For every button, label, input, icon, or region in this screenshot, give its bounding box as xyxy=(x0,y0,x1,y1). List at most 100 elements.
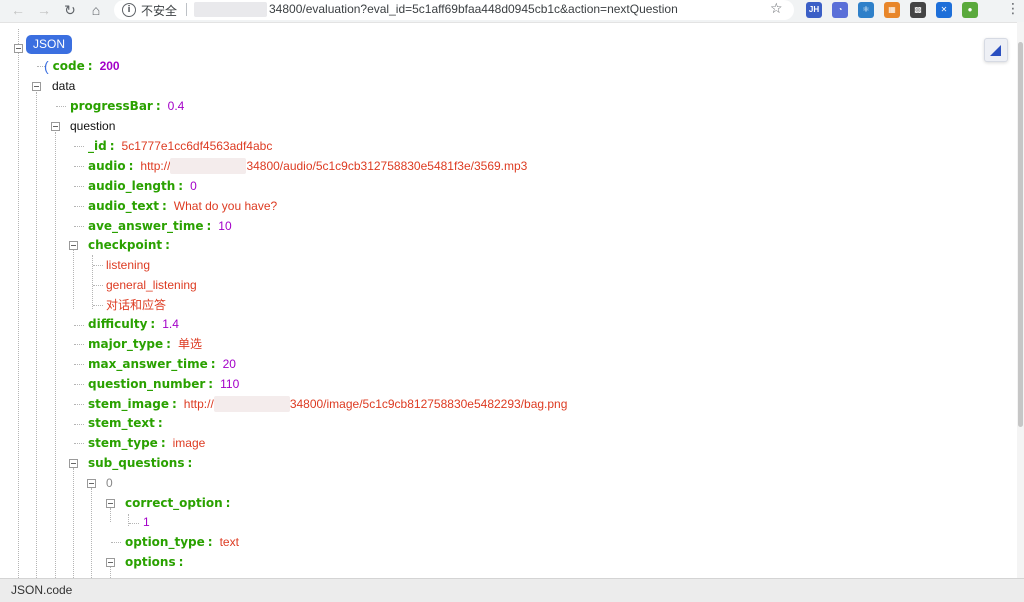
tree-branch xyxy=(129,523,139,524)
json-key: _id xyxy=(88,139,107,153)
json-row-progressbar[interactable]: progressBar: 0.4 xyxy=(70,96,184,116)
info-icon[interactable]: i xyxy=(122,3,136,17)
json-value: 20 xyxy=(222,357,236,371)
reload-icon[interactable]: ↻ xyxy=(60,0,80,20)
triangle-icon xyxy=(990,45,1001,56)
json-row-stem-type[interactable]: stem_type: image xyxy=(88,433,205,453)
json-row-sub-questions[interactable]: sub_questions: xyxy=(88,453,199,473)
status-path: JSON.code xyxy=(11,583,73,597)
forward-arrow-icon[interactable]: → xyxy=(34,0,54,20)
json-row-question[interactable]: question xyxy=(70,116,115,136)
colon: : xyxy=(87,59,93,73)
json-row-audio-length[interactable]: audio_length: 0 xyxy=(88,176,197,196)
extension-icon[interactable]: JH xyxy=(806,2,822,18)
json-row-id[interactable]: _id: 5c1777e1cc6df4563adf4abc xyxy=(88,136,272,156)
json-row-stem-text[interactable]: stem_text: xyxy=(88,413,170,433)
tree-guide xyxy=(36,92,37,578)
json-key: question xyxy=(70,119,116,133)
home-icon[interactable]: ⌂ xyxy=(86,0,106,20)
extension-icon[interactable]: ▦ xyxy=(884,2,900,18)
json-key: question_number xyxy=(88,377,206,391)
browser-menu-icon[interactable]: ⋮ xyxy=(1006,0,1020,17)
json-key: checkpoint xyxy=(88,238,163,252)
json-row-max-answer-time[interactable]: max_answer_time: 20 xyxy=(88,354,236,374)
json-key: options xyxy=(125,555,176,569)
array-item[interactable]: 对话和应答 xyxy=(106,295,166,315)
collapse-toggle-data[interactable] xyxy=(32,82,41,91)
collapse-toggle-options[interactable] xyxy=(106,558,115,567)
json-row-question-number[interactable]: question_number: 110 xyxy=(88,374,239,394)
tree-branch xyxy=(74,166,84,167)
json-value: 0.4 xyxy=(167,99,185,113)
json-key: major_type xyxy=(88,337,164,351)
tree-guide xyxy=(110,567,111,578)
json-row-audio-text[interactable]: audio_text: What do you have? xyxy=(88,196,277,216)
array-index: 0 xyxy=(106,476,113,490)
collapse-toggle-question[interactable] xyxy=(51,122,60,131)
json-key: audio xyxy=(88,159,126,173)
json-value: 单选 xyxy=(177,337,202,351)
json-row-data[interactable]: data xyxy=(52,76,75,96)
colon: : xyxy=(150,317,156,331)
collapse-toggle-checkpoint[interactable] xyxy=(69,241,78,250)
json-row-audio[interactable]: audio: http:// 34800/audio/5c1c9cb3127588… xyxy=(88,156,527,176)
extension-icon[interactable]: ✕ xyxy=(936,2,952,18)
json-value: listening xyxy=(106,258,151,272)
json-row-stem-image[interactable]: stem_image: http:// 34800/image/5c1c9cb81… xyxy=(88,394,567,414)
collapse-all-button[interactable] xyxy=(984,38,1008,62)
tree-branch xyxy=(93,265,103,266)
collapse-toggle-index-0[interactable] xyxy=(87,479,96,488)
tree-guide xyxy=(73,249,74,309)
colon: : xyxy=(155,99,161,113)
json-row-options[interactable]: options: xyxy=(125,552,190,572)
json-row-checkpoint[interactable]: checkpoint: xyxy=(88,235,177,255)
tree-branch xyxy=(74,364,84,365)
scrollbar[interactable] xyxy=(1017,22,1024,578)
json-value-link[interactable]: 34800/image/5c1c9cb812758830e5482293/bag… xyxy=(290,394,568,414)
address-bar[interactable]: i 不安全 34800/evaluation?eval_id=5c1aff69b… xyxy=(114,0,794,20)
back-arrow-icon[interactable]: ← xyxy=(8,0,28,20)
extension-icon[interactable]: ◔ xyxy=(832,2,848,18)
json-value: 200 xyxy=(99,59,120,73)
json-value-link[interactable]: 34800/audio/5c1c9cb312758830e5481f3e/356… xyxy=(246,156,527,176)
extension-icon[interactable]: ⚛ xyxy=(858,2,874,18)
json-row-major-type[interactable]: major_type: 单选 xyxy=(88,334,202,354)
array-item[interactable]: general_listening xyxy=(106,275,197,295)
json-row-difficulty[interactable]: difficulty: 1.4 xyxy=(88,314,179,334)
colon: : xyxy=(206,219,212,233)
root-badge[interactable]: JSON xyxy=(26,35,73,54)
json-value: 10 xyxy=(218,219,232,233)
colon: : xyxy=(160,436,166,450)
json-key: correct_option xyxy=(125,496,223,510)
json-key: audio_length xyxy=(88,179,176,193)
colon: : xyxy=(157,416,163,430)
tree-branch xyxy=(74,384,84,385)
colon: : xyxy=(128,159,134,173)
json-value: 0 xyxy=(190,179,197,193)
tree-branch xyxy=(74,404,84,405)
json-key: ave_answer_time xyxy=(88,219,204,233)
json-value: text xyxy=(219,535,239,549)
colon: : xyxy=(166,337,171,351)
extension-icon[interactable]: ▩ xyxy=(910,2,926,18)
json-row-correct-option[interactable]: correct_option: xyxy=(125,493,237,513)
collapse-toggle-correct-option[interactable] xyxy=(106,499,115,508)
collapse-toggle-root[interactable] xyxy=(14,44,23,53)
array-item[interactable]: 1 xyxy=(143,512,150,532)
json-value: 5c1777e1cc6df4563adf4abc xyxy=(121,139,273,153)
collapse-toggle-sub-questions[interactable] xyxy=(69,459,78,468)
json-row-option-type[interactable]: option_type: text xyxy=(125,532,239,552)
json-row-ave-answer-time[interactable]: ave_answer_time: 10 xyxy=(88,216,232,236)
scrollbar-thumb[interactable] xyxy=(1018,42,1023,427)
url-text[interactable]: 34800/evaluation?eval_id=5c1aff69bfaa448… xyxy=(269,2,678,16)
extension-icon[interactable]: ● xyxy=(962,2,978,18)
bookmark-star-icon[interactable]: ☆ xyxy=(770,0,783,17)
tree-branch xyxy=(74,424,84,425)
bracket-marker: ( xyxy=(44,58,49,74)
json-row-index[interactable]: 0 xyxy=(106,473,113,493)
json-row-code[interactable]: ( code: 200 xyxy=(44,56,120,76)
tree-branch xyxy=(74,146,84,147)
json-key: audio_text xyxy=(88,199,159,213)
colon: : xyxy=(171,397,177,411)
array-item[interactable]: listening xyxy=(106,255,150,275)
